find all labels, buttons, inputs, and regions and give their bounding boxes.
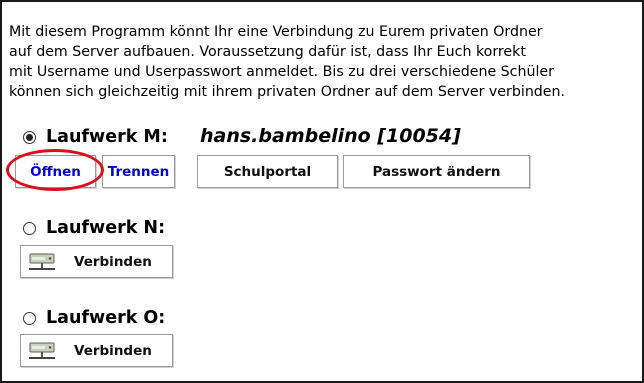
connect-button-o[interactable]: Verbinden xyxy=(20,334,173,367)
network-drive-icon xyxy=(29,342,55,359)
radio-selected-dot xyxy=(26,133,33,141)
drive-o-label: Laufwerk O: xyxy=(46,308,166,328)
intro-text: Mit diesem Programm könnt Ihr eine Verbi… xyxy=(9,22,641,102)
school-portal-button[interactable]: Schulportal xyxy=(197,155,338,188)
intro-line: mit Username und Userpasswort anmeldet. … xyxy=(9,64,554,80)
window-frame: Mit diesem Programm könnt Ihr eine Verbi… xyxy=(0,0,644,383)
drive-n-label: Laufwerk N: xyxy=(46,218,166,238)
drive-m-row: Laufwerk M: xyxy=(23,127,168,147)
intro-line: können sich gleichzeitig mit ihrem priva… xyxy=(9,84,566,100)
connected-user: hans.bambelino [10054] xyxy=(200,125,461,147)
intro-line: auf dem Server aufbauen. Voraussetzung d… xyxy=(9,44,526,60)
network-drive-icon xyxy=(29,253,55,270)
drive-n-row: Laufwerk N: xyxy=(23,218,165,238)
highlight-circle xyxy=(6,149,104,191)
intro-line: Mit diesem Programm könnt Ihr eine Verbi… xyxy=(9,24,543,40)
drive-m-radio[interactable] xyxy=(23,130,36,144)
drive-m-label: Laufwerk M: xyxy=(46,127,168,147)
connect-label: Verbinden xyxy=(74,342,152,359)
drive-o-row: Laufwerk O: xyxy=(23,308,165,328)
connect-label: Verbinden xyxy=(74,253,152,270)
connect-button-n[interactable]: Verbinden xyxy=(20,245,173,278)
disconnect-button[interactable]: Trennen xyxy=(102,155,175,188)
drive-n-radio[interactable] xyxy=(23,221,36,235)
drive-o-radio[interactable] xyxy=(23,311,36,325)
change-password-button[interactable]: Passwort ändern xyxy=(343,155,530,188)
